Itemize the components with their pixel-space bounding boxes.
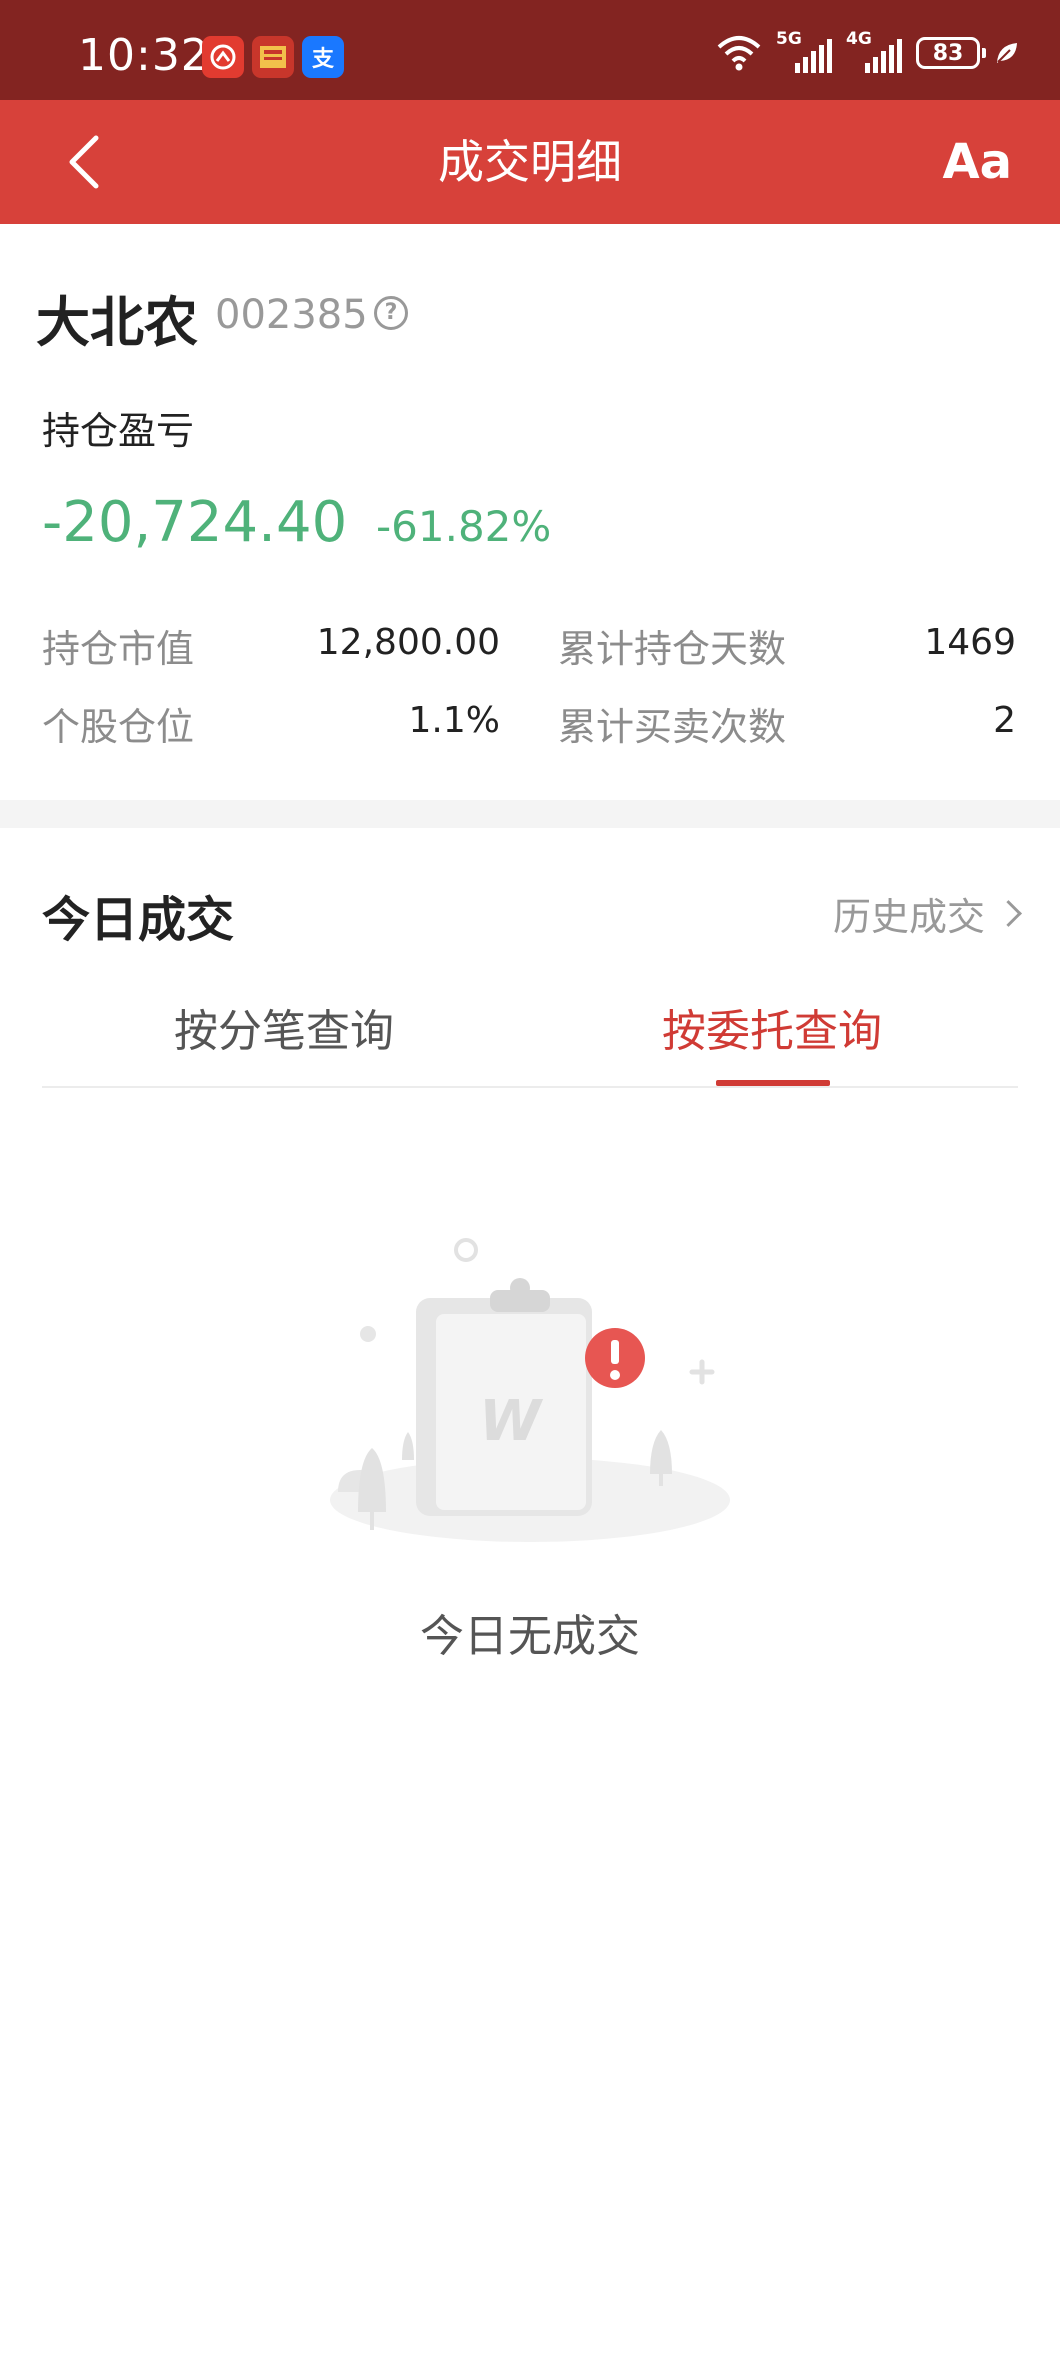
active-tab-indicator bbox=[716, 1080, 830, 1086]
stat-label-market-value: 持仓市值 bbox=[42, 627, 195, 671]
empty-state-illustration: W bbox=[330, 1238, 730, 1542]
history-trades-link[interactable]: 历史成交 bbox=[832, 886, 1022, 941]
page-title: 成交明细 bbox=[438, 135, 622, 189]
stat-label-trade-count: 累计买卖次数 bbox=[558, 705, 787, 749]
status-bar: 10:32 支 5G 4G 83 bbox=[0, 0, 1060, 100]
stat-value-market-value: 12,800.00 bbox=[316, 622, 500, 663]
stat-label-holding-days: 累计持仓天数 bbox=[558, 627, 787, 671]
position-pl-value: -20,724.40 bbox=[42, 490, 348, 555]
position-pl-percent: -61.82% bbox=[376, 502, 552, 551]
empty-state-text: 今日无成交 bbox=[420, 1611, 640, 1662]
tab-bar-divider bbox=[42, 1086, 1018, 1088]
section-divider bbox=[0, 800, 1060, 828]
stat-label-position-ratio: 个股仓位 bbox=[42, 705, 195, 749]
position-pl-label: 持仓盈亏 bbox=[42, 409, 195, 453]
netease-app-icon bbox=[202, 36, 244, 78]
stock-name: 大北农 bbox=[36, 291, 198, 354]
battery-level: 83 bbox=[932, 40, 964, 66]
wifi-icon bbox=[717, 36, 761, 71]
stock-code: 002385 bbox=[215, 292, 368, 338]
tab-by-trade[interactable]: 按分笔查询 bbox=[174, 995, 394, 1059]
svg-text:W: W bbox=[479, 1389, 544, 1454]
help-icon[interactable]: ? bbox=[374, 296, 408, 330]
section-title: 今日成交 bbox=[42, 892, 235, 948]
news-app-icon bbox=[252, 36, 294, 78]
alipay-icon: 支 bbox=[302, 36, 344, 78]
battery-icon: 83 bbox=[916, 37, 986, 69]
chevron-right-icon bbox=[995, 900, 1022, 927]
signal-4g-icon: 4G bbox=[846, 29, 902, 73]
stat-value-position-ratio: 1.1% bbox=[408, 700, 500, 741]
stat-value-trade-count: 2 bbox=[993, 700, 1016, 741]
signal-5g-icon: 5G bbox=[776, 29, 832, 73]
stat-value-holding-days: 1469 bbox=[924, 622, 1016, 663]
status-time: 10:32 bbox=[78, 30, 210, 81]
font-size-button[interactable]: Aa bbox=[942, 100, 1012, 224]
history-trades-label: 历史成交 bbox=[832, 895, 985, 939]
leaf-icon bbox=[997, 43, 1017, 63]
nav-bar: 成交明细 Aa bbox=[0, 100, 1060, 224]
tab-by-order[interactable]: 按委托查询 bbox=[662, 995, 882, 1059]
